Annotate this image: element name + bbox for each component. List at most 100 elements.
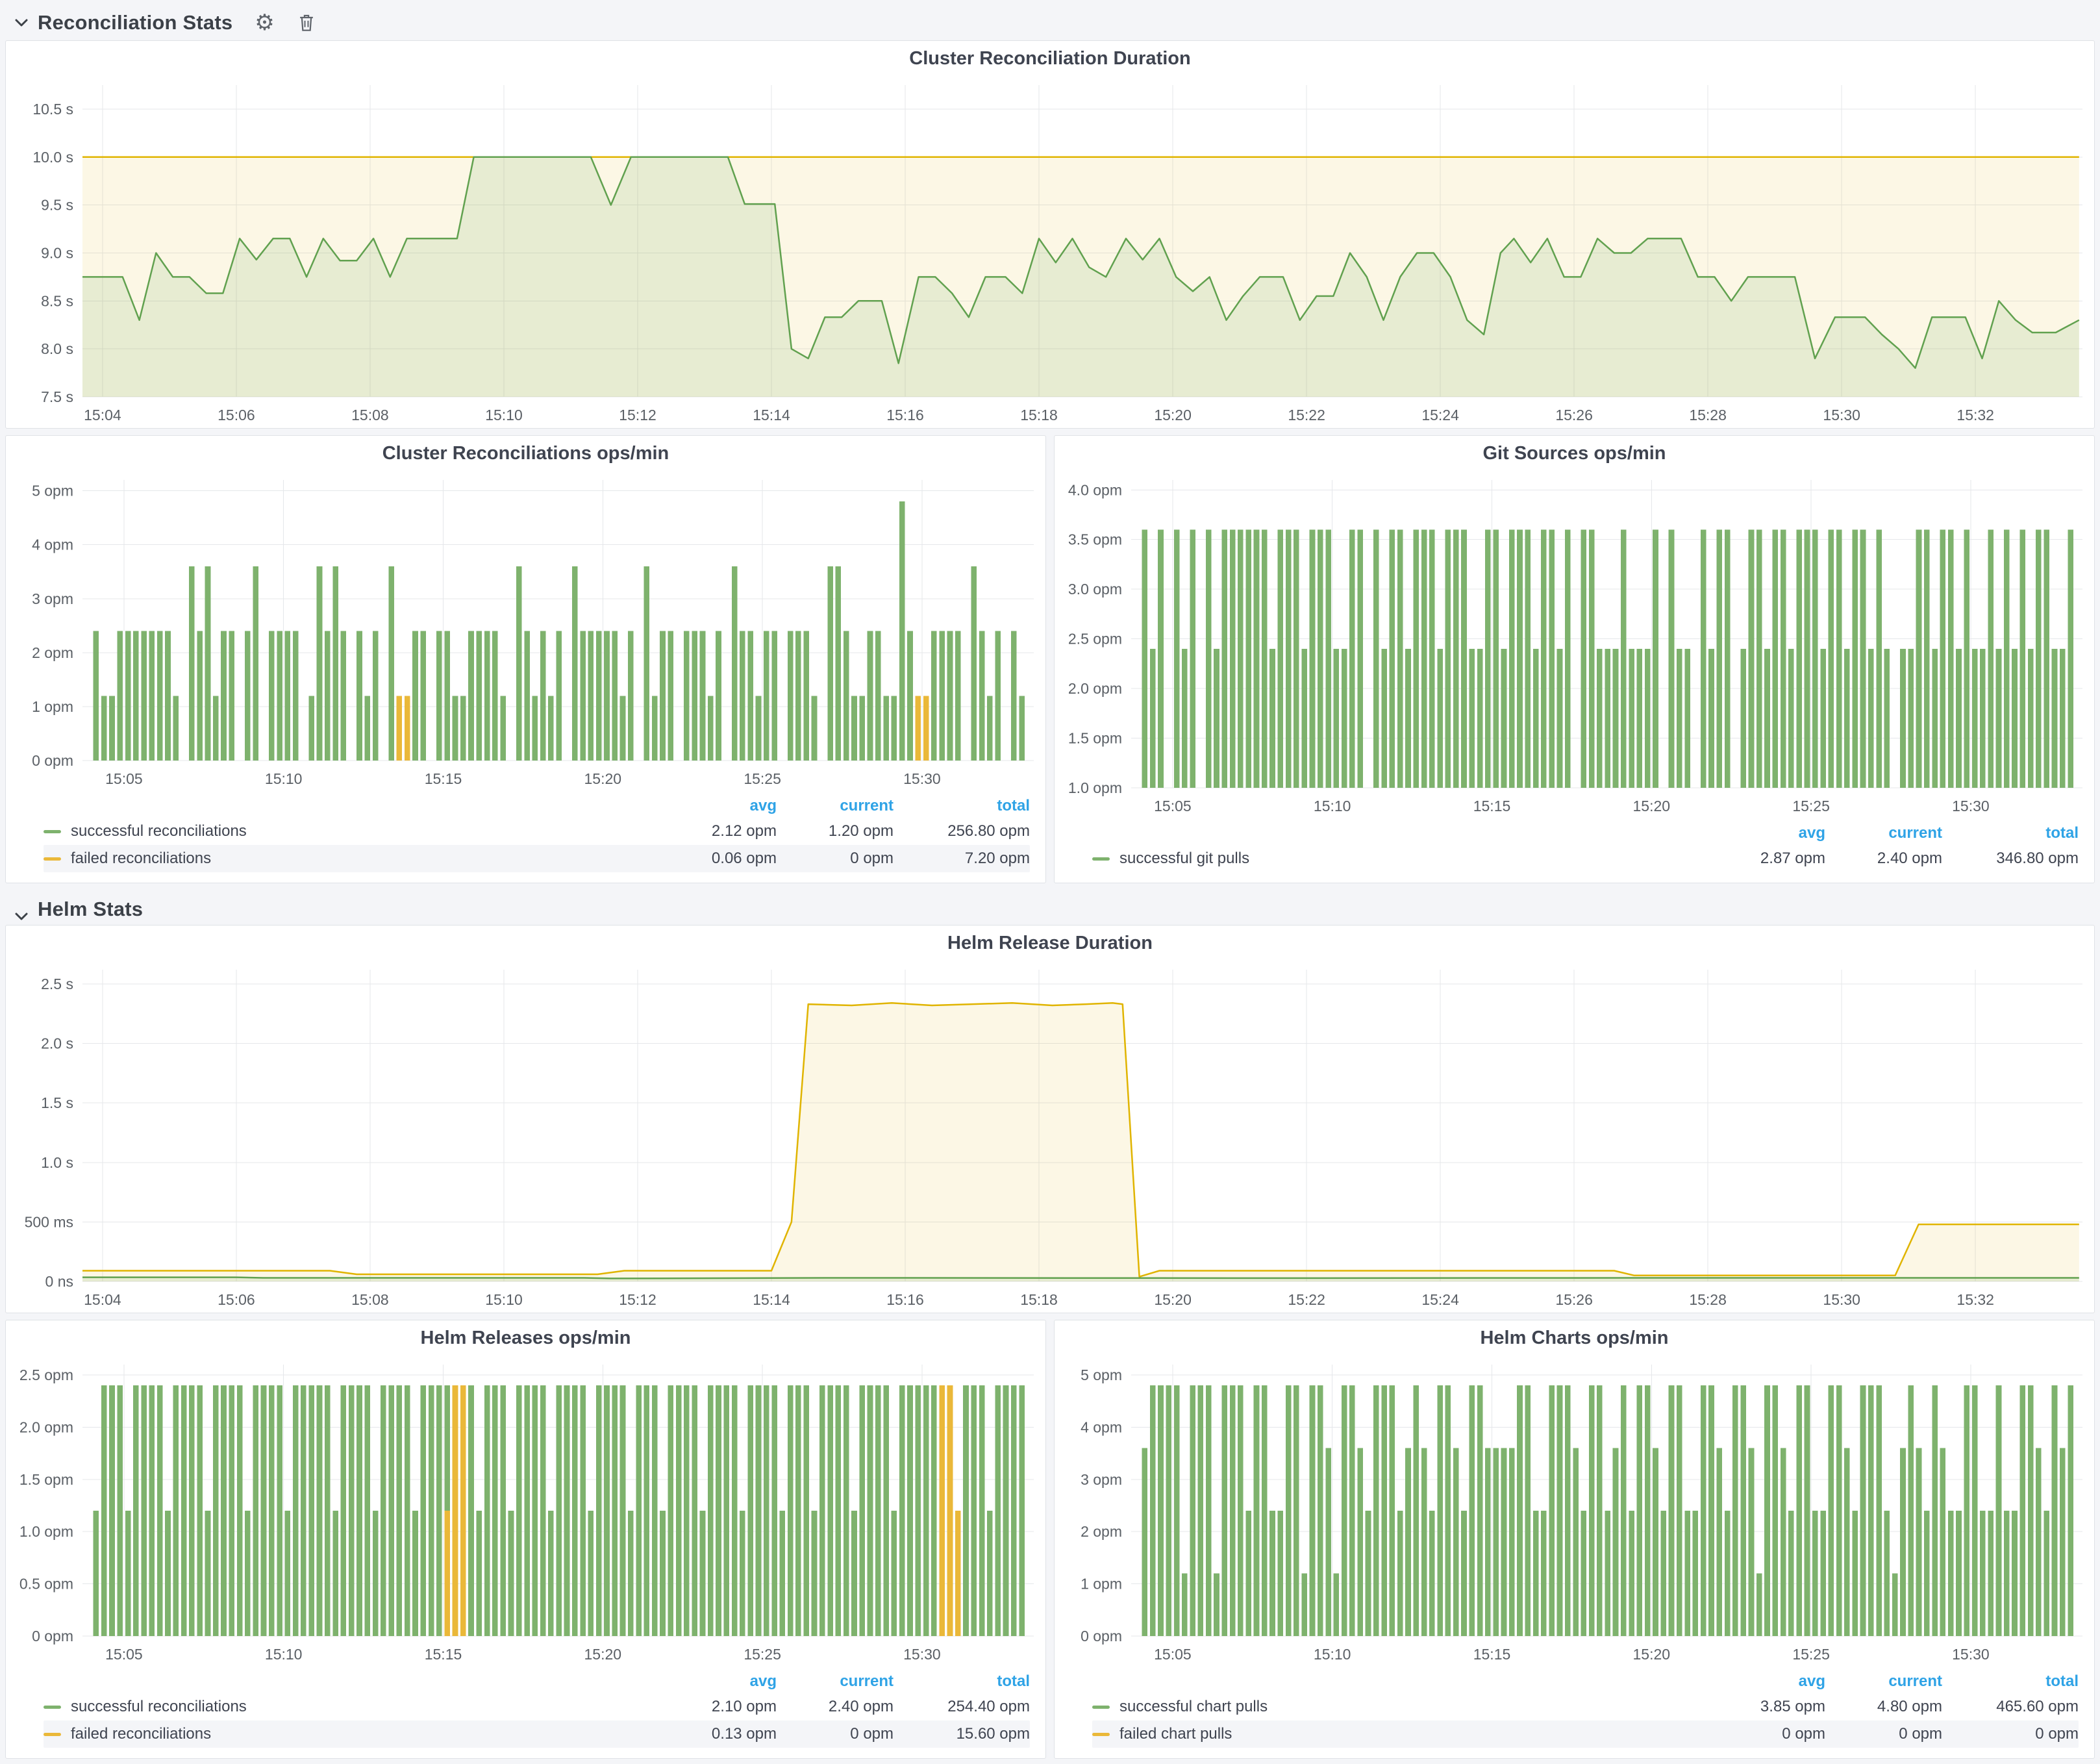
legend-header-total[interactable]: total: [1942, 1672, 2079, 1691]
legend-header-total[interactable]: total: [894, 1672, 1030, 1691]
legend-header-avg[interactable]: avg: [1708, 824, 1825, 842]
legend-header-current[interactable]: current: [777, 1672, 894, 1691]
panel-title[interactable]: Cluster Reconciliations ops/min: [6, 436, 1045, 471]
svg-text:1.5 opm: 1.5 opm: [19, 1471, 73, 1488]
legend-current-value: 0 opm: [1825, 1725, 1942, 1743]
svg-text:15:30: 15:30: [1952, 798, 1990, 814]
svg-text:2.5 opm: 2.5 opm: [1068, 631, 1122, 648]
helm-releases-chart[interactable]: 0 opm0.5 opm1.0 opm1.5 opm2.0 opm2.5 opm…: [6, 1355, 1045, 1667]
svg-text:15:10: 15:10: [1314, 1646, 1351, 1663]
svg-text:0 opm: 0 opm: [1081, 1628, 1122, 1644]
svg-text:8.5 s: 8.5 s: [41, 292, 73, 309]
svg-text:0.5 opm: 0.5 opm: [19, 1576, 73, 1593]
legend: avg current total successful reconciliat…: [6, 1667, 1045, 1758]
svg-text:15:05: 15:05: [1154, 798, 1192, 814]
svg-text:15:12: 15:12: [619, 407, 656, 423]
panel-helm-releases-opm: Helm Releases ops/min 0 opm 0.5 opm 1.0 op…: [5, 1320, 1046, 1759]
legend-header-row: avg current total: [44, 794, 1030, 818]
chevron-down-icon: [14, 912, 29, 921]
svg-text:15:25: 15:25: [1792, 1646, 1830, 1663]
section-header-reconciliation-stats[interactable]: Reconciliation Stats ⚙: [5, 5, 2095, 40]
series-color-dash: [1092, 1706, 1110, 1709]
legend-header-current[interactable]: current: [1825, 1672, 1942, 1691]
legend-current-value: 0 opm: [777, 1725, 894, 1743]
svg-text:15:28: 15:28: [1689, 407, 1727, 423]
svg-text:1.5 opm: 1.5 opm: [1068, 730, 1122, 747]
svg-text:15:05: 15:05: [1154, 1646, 1192, 1663]
legend-header-avg[interactable]: avg: [660, 797, 777, 815]
series-color-dash: [44, 1733, 61, 1736]
legend-series-label[interactable]: successful reconciliations: [44, 822, 660, 840]
trash-icon[interactable]: [297, 12, 316, 33]
legend-header-avg[interactable]: avg: [1708, 1672, 1825, 1691]
legend-series-label[interactable]: successful chart pulls: [1092, 1698, 1708, 1716]
legend-series-label[interactable]: successful reconciliations: [44, 1698, 660, 1716]
svg-text:1.0 s: 1.0 s: [41, 1154, 73, 1171]
svg-text:4.0 opm: 4.0 opm: [1068, 481, 1122, 498]
svg-text:500 ms: 500 ms: [25, 1213, 73, 1230]
legend-avg-value: 2.10 opm: [660, 1698, 777, 1716]
svg-text:15:22: 15:22: [1288, 1291, 1325, 1308]
helm-release-duration-chart[interactable]: 0 ns500 ms1.0 s1.5 s2.0 s2.5 s15:0415:06…: [6, 961, 2094, 1313]
legend-current-value: 1.20 opm: [777, 822, 894, 840]
legend-header-avg[interactable]: avg: [660, 1672, 777, 1691]
gear-icon[interactable]: ⚙: [255, 12, 274, 34]
panel-title[interactable]: Helm Releases ops/min: [6, 1320, 1045, 1355]
svg-text:2.5 opm: 2.5 opm: [19, 1367, 73, 1383]
svg-text:10.0 s: 10.0 s: [32, 149, 73, 166]
legend-header-current[interactable]: current: [777, 797, 894, 815]
svg-text:1 opm: 1 opm: [1081, 1576, 1122, 1593]
panel-title[interactable]: Cluster Reconciliation Duration: [6, 41, 2094, 76]
panel-title[interactable]: Git Sources ops/min: [1055, 436, 2094, 471]
svg-text:15:26: 15:26: [1555, 1291, 1593, 1308]
svg-text:15:20: 15:20: [584, 1646, 622, 1663]
svg-text:1.0 opm: 1.0 opm: [1068, 779, 1122, 796]
svg-text:0 opm: 0 opm: [32, 752, 73, 769]
legend-header-total[interactable]: total: [1942, 824, 2079, 842]
legend-header-total[interactable]: total: [894, 797, 1030, 815]
legend-current-value: 2.40 opm: [777, 1698, 894, 1716]
panel-title[interactable]: Helm Release Duration: [6, 926, 2094, 961]
svg-text:15:10: 15:10: [1314, 798, 1351, 814]
svg-text:15:30: 15:30: [903, 1646, 941, 1663]
svg-text:15:24: 15:24: [1421, 407, 1459, 423]
legend-total-value: 7.20 opm: [894, 850, 1030, 868]
svg-text:15:20: 15:20: [1633, 798, 1671, 814]
svg-text:15:20: 15:20: [1154, 407, 1192, 423]
svg-text:15:10: 15:10: [265, 1646, 303, 1663]
svg-text:2.0 opm: 2.0 opm: [1068, 680, 1122, 697]
legend-avg-value: 3.85 opm: [1708, 1698, 1825, 1716]
svg-text:15:20: 15:20: [584, 770, 622, 787]
section-title: Helm Stats: [38, 898, 143, 921]
git-sources-chart[interactable]: 1.0 opm1.5 opm2.0 opm2.5 opm3.0 opm3.5 o…: [1055, 471, 2094, 819]
svg-text:15:08: 15:08: [351, 407, 389, 423]
legend-current-value: 2.40 opm: [1825, 850, 1942, 868]
section-header-helm-stats[interactable]: Helm Stats: [5, 883, 2095, 925]
svg-text:15:30: 15:30: [1952, 1646, 1990, 1663]
panel-title[interactable]: Helm Charts ops/min: [1055, 1320, 2094, 1355]
legend-total-value: 465.60 opm: [1942, 1698, 2079, 1716]
svg-text:7.5 s: 7.5 s: [41, 388, 73, 405]
panel-git-sources-opm: Git Sources ops/min 1.0 opm 1.5 opm 2.0 op…: [1054, 435, 2095, 883]
cluster-reconciliation-duration-chart[interactable]: 7.5 s8.0 s8.5 s9.0 s9.5 s10.0 s10.5 s15:…: [6, 76, 2094, 428]
section-title: Reconciliation Stats: [38, 11, 232, 34]
legend-series-label[interactable]: successful git pulls: [1092, 850, 1708, 868]
svg-text:15:18: 15:18: [1020, 407, 1058, 423]
legend-series-label[interactable]: failed reconciliations: [44, 850, 660, 868]
legend-avg-value: 2.87 opm: [1708, 850, 1825, 868]
svg-text:15:08: 15:08: [351, 1291, 389, 1308]
cluster-reconciliations-chart[interactable]: 0 opm1 opm2 opm3 opm4 opm5 opm15:0515:10…: [6, 471, 1045, 792]
legend: avg current total successful git pulls 2…: [1055, 819, 2094, 883]
svg-text:5 opm: 5 opm: [1081, 1367, 1122, 1383]
legend: avg current total successful reconciliat…: [6, 792, 1045, 883]
helm-charts-chart[interactable]: 0 opm1 opm2 opm3 opm4 opm5 opm15:0515:10…: [1055, 1355, 2094, 1667]
svg-text:3.5 opm: 3.5 opm: [1068, 531, 1122, 548]
legend-series-label[interactable]: failed reconciliations: [44, 1725, 660, 1743]
series-color-dash: [44, 1706, 61, 1709]
svg-text:5 opm: 5 opm: [32, 483, 73, 499]
svg-text:15:12: 15:12: [619, 1291, 656, 1308]
svg-text:1.0 opm: 1.0 opm: [19, 1523, 73, 1540]
svg-text:15:05: 15:05: [105, 1646, 143, 1663]
legend-series-label[interactable]: failed chart pulls: [1092, 1725, 1708, 1743]
legend-header-current[interactable]: current: [1825, 824, 1942, 842]
